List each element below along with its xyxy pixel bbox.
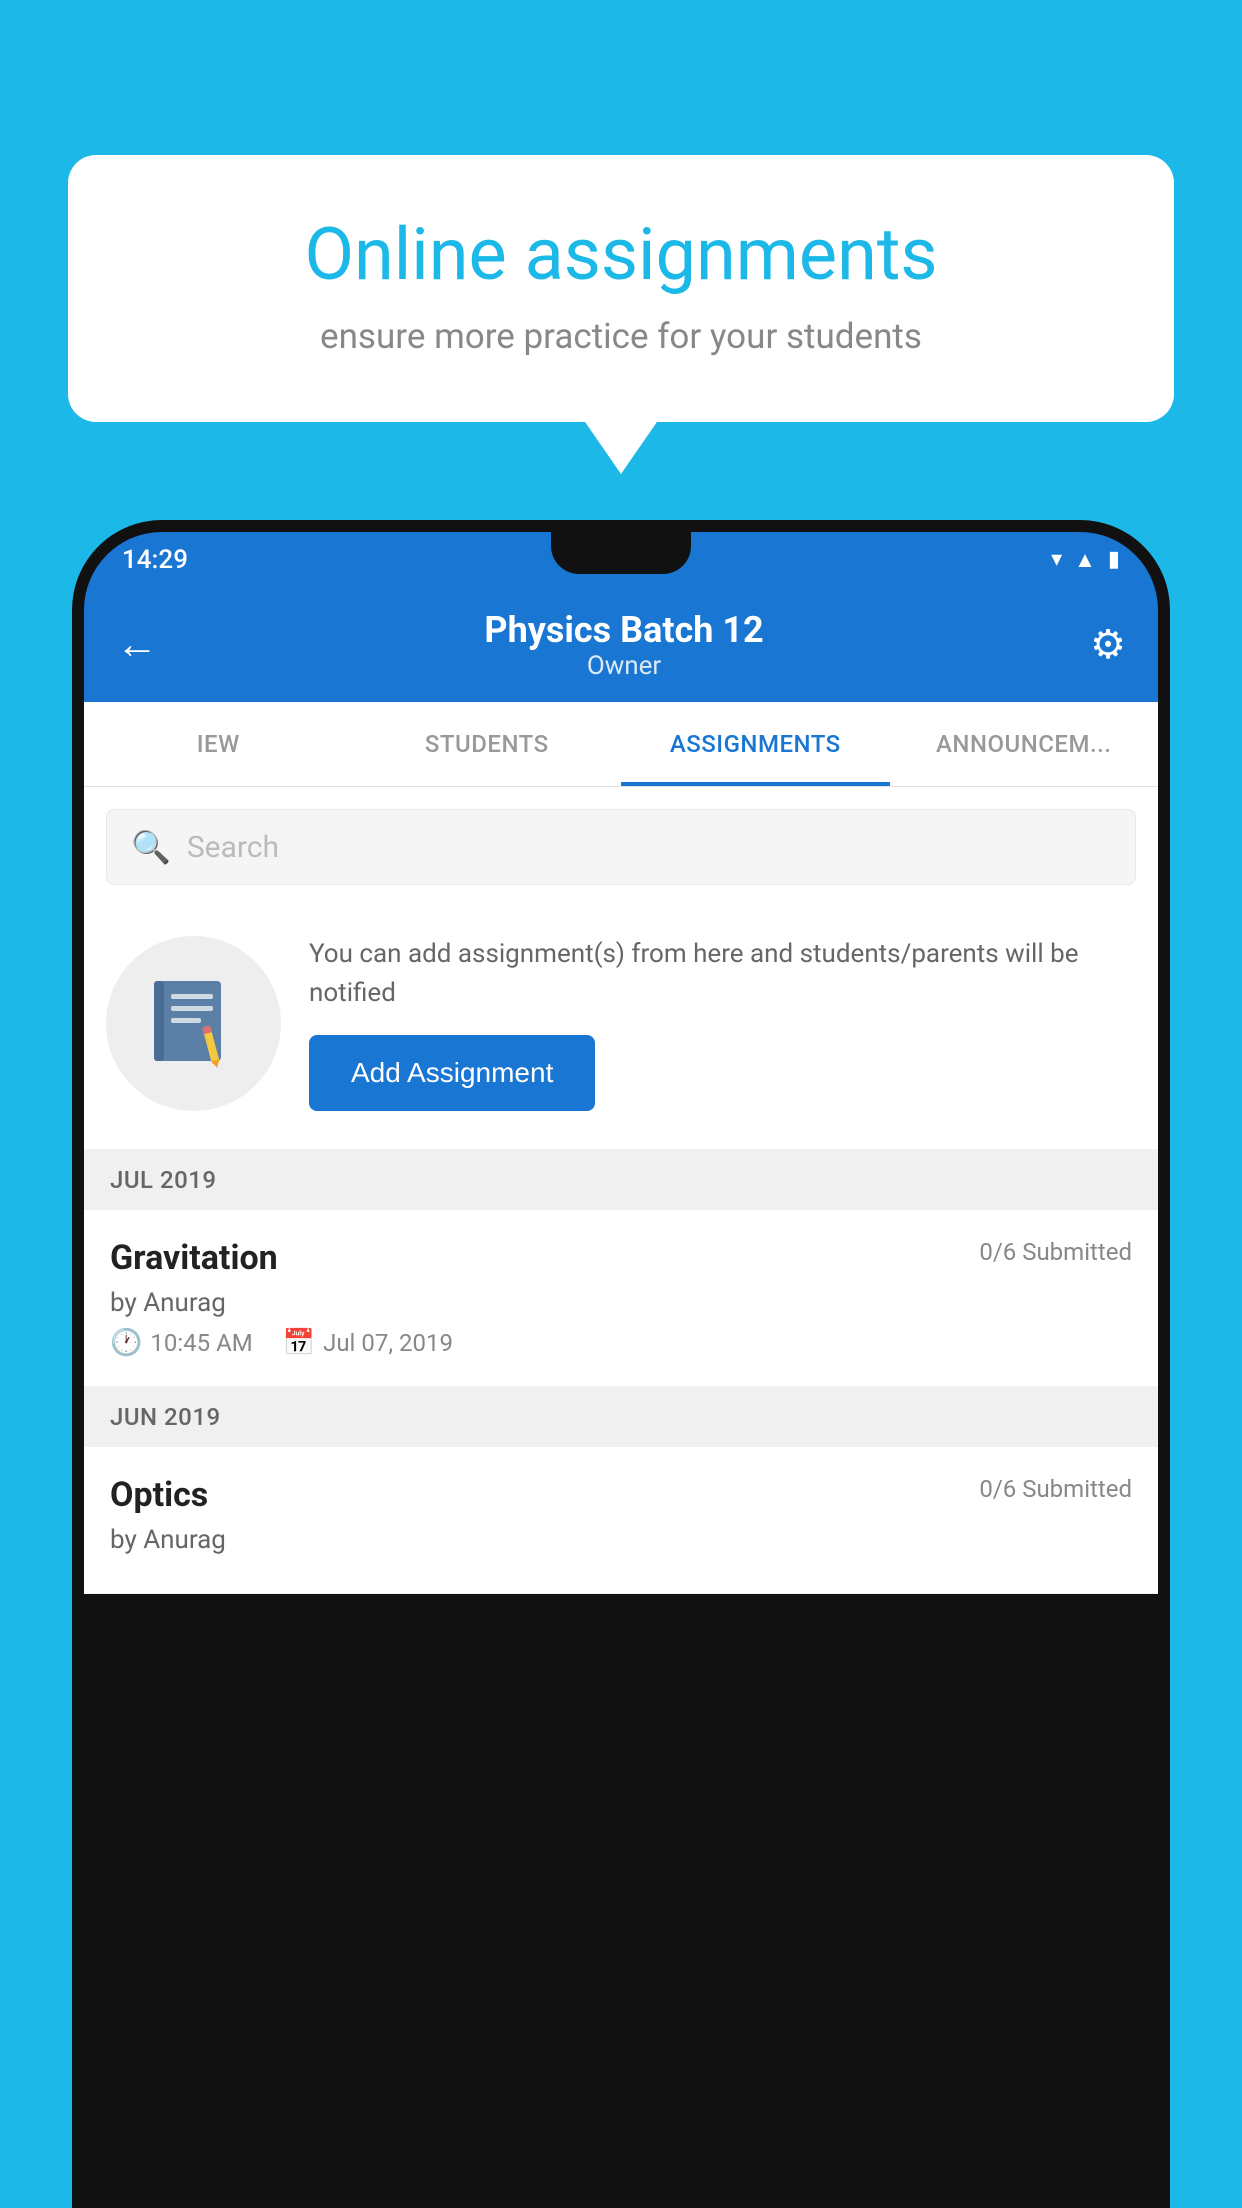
app-bar-subtitle: Owner	[484, 651, 763, 681]
assignment-time: 10:45 AM	[150, 1329, 252, 1357]
assignment-promo: You can add assignment(s) from here and …	[84, 907, 1158, 1150]
tab-announcements[interactable]: ANNOUNCEM...	[890, 702, 1159, 786]
signal-icon: ▲	[1074, 547, 1096, 573]
app-bar-center: Physics Batch 12 Owner	[484, 609, 763, 681]
phone-inner: 14:29 ▾ ▲ ▮ ← Physics Batch 12 Owner ⚙ I…	[84, 532, 1158, 2208]
search-icon: 🔍	[131, 828, 171, 866]
assignment-item-optics[interactable]: Optics 0/6 Submitted by Anurag	[84, 1447, 1158, 1594]
search-placeholder: Search	[187, 830, 279, 865]
section-header-jun: JUN 2019	[84, 1387, 1158, 1447]
wifi-icon: ▾	[1051, 547, 1062, 572]
assignment-row1-optics: Optics 0/6 Submitted	[110, 1475, 1132, 1515]
assignment-name-optics: Optics	[110, 1475, 208, 1515]
time-meta: 🕐 10:45 AM	[110, 1328, 253, 1358]
phone-frame: 14:29 ▾ ▲ ▮ ← Physics Batch 12 Owner ⚙ I…	[72, 520, 1170, 2208]
speech-bubble-container: Online assignments ensure more practice …	[68, 155, 1174, 422]
battery-icon: ▮	[1108, 547, 1120, 572]
search-bar[interactable]: 🔍 Search	[106, 809, 1136, 885]
calendar-icon: 📅	[283, 1328, 315, 1358]
promo-description: You can add assignment(s) from here and …	[309, 935, 1136, 1013]
app-bar-title: Physics Batch 12	[484, 609, 763, 651]
settings-button[interactable]: ⚙	[1090, 621, 1126, 668]
screen-content: 🔍 Search	[84, 787, 1158, 1594]
tabs-bar: IEW STUDENTS ASSIGNMENTS ANNOUNCEM...	[84, 702, 1158, 787]
tab-students[interactable]: STUDENTS	[353, 702, 622, 786]
assignment-submitted-gravitation: 0/6 Submitted	[979, 1238, 1132, 1266]
assignment-name-gravitation: Gravitation	[110, 1238, 278, 1278]
status-bar: 14:29 ▾ ▲ ▮	[84, 532, 1158, 587]
assignment-date: Jul 07, 2019	[323, 1329, 453, 1357]
date-meta: 📅 Jul 07, 2019	[283, 1328, 453, 1358]
bubble-subtitle: ensure more practice for your students	[138, 316, 1104, 357]
assignment-by-optics: by Anurag	[110, 1525, 1132, 1555]
clock-icon: 🕐	[110, 1328, 142, 1358]
assignment-row1: Gravitation 0/6 Submitted	[110, 1238, 1132, 1278]
speech-bubble: Online assignments ensure more practice …	[68, 155, 1174, 422]
assignment-submitted-optics: 0/6 Submitted	[979, 1475, 1132, 1503]
section-header-jul: JUL 2019	[84, 1150, 1158, 1210]
add-assignment-button[interactable]: Add Assignment	[309, 1035, 595, 1111]
tab-iew[interactable]: IEW	[84, 702, 353, 786]
promo-icon-circle	[106, 936, 281, 1111]
assignment-meta-gravitation: 🕐 10:45 AM 📅 Jul 07, 2019	[110, 1328, 1132, 1358]
notch	[551, 532, 691, 574]
assignment-item-gravitation[interactable]: Gravitation 0/6 Submitted by Anurag 🕐 10…	[84, 1210, 1158, 1387]
app-bar: ← Physics Batch 12 Owner ⚙	[84, 587, 1158, 702]
notebook-icon	[151, 976, 236, 1071]
bubble-title: Online assignments	[138, 215, 1104, 294]
status-icons: ▾ ▲ ▮	[1051, 547, 1120, 573]
promo-text: You can add assignment(s) from here and …	[309, 935, 1136, 1111]
assignment-by-gravitation: by Anurag	[110, 1288, 1132, 1318]
back-button[interactable]: ←	[116, 620, 158, 669]
status-time: 14:29	[122, 545, 188, 575]
tab-assignments[interactable]: ASSIGNMENTS	[621, 702, 890, 786]
